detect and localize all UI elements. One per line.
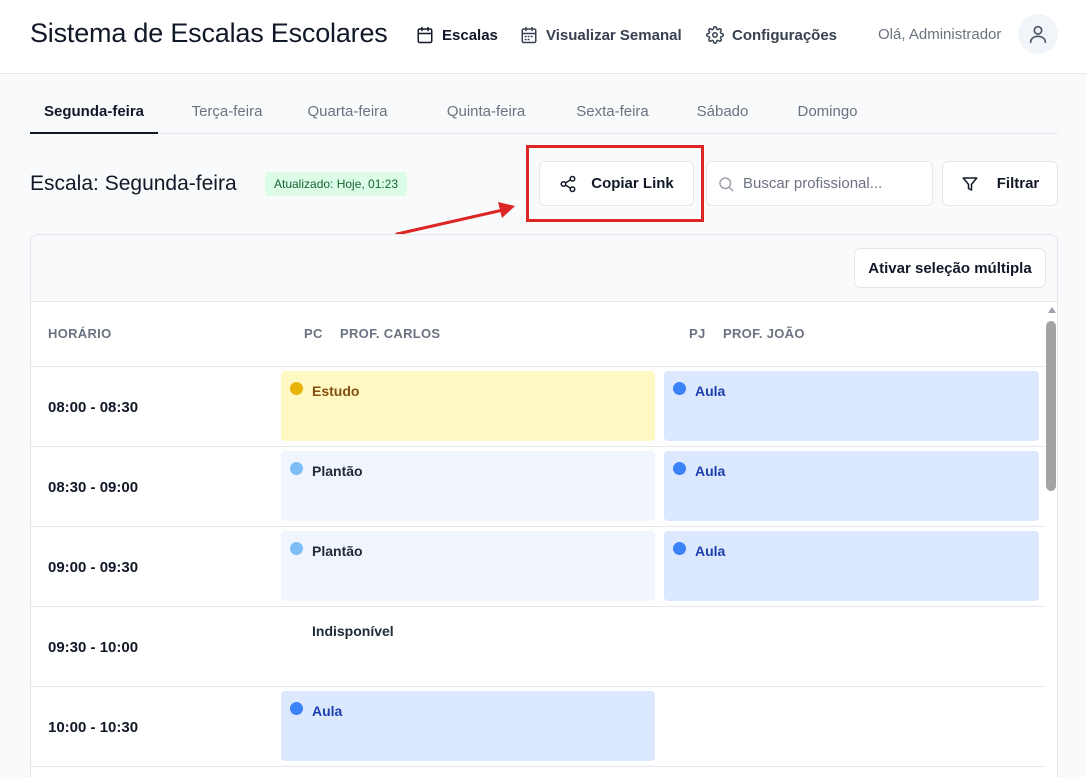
tab-terca-feira[interactable]: Terça-feira	[175, 92, 279, 133]
slot-label: Aula	[695, 463, 726, 479]
calendar-icon	[417, 26, 433, 44]
updated-badge: Atualizado: Hoje, 01:23	[265, 172, 408, 196]
status-dot	[290, 702, 303, 715]
slot-cell-aula[interactable]: Aula	[664, 371, 1039, 441]
slot-cell-empty[interactable]	[664, 611, 1039, 681]
search-input[interactable]	[743, 175, 923, 192]
tab-quarta-feira[interactable]: Quarta-feira	[296, 92, 399, 133]
schedule-title: Escala: Segunda-feira	[30, 172, 237, 195]
tab-quinta-feira[interactable]: Quinta-feira	[430, 92, 542, 133]
slot-cell-estudo[interactable]: Estudo	[281, 371, 655, 441]
tab-sabado[interactable]: Sábado	[686, 92, 759, 133]
nav-escalas[interactable]: Escalas	[416, 24, 498, 46]
time-slot: 09:00 - 09:30	[48, 559, 139, 576]
time-slot: 10:00 - 10:30	[48, 719, 139, 736]
slot-label: Plantão	[312, 463, 363, 479]
nav-configuracoes[interactable]: Configurações	[706, 24, 837, 46]
nav-escalas-label: Escalas	[442, 26, 498, 44]
slot-cell-aula[interactable]: Aula	[664, 531, 1039, 601]
header-time: HORÁRIO	[48, 326, 112, 341]
filter-icon	[962, 176, 978, 191]
status-dot	[673, 542, 686, 555]
time-slot: 09:30 - 10:00	[48, 639, 139, 656]
nav-visualizar-semanal-label: Visualizar Semanal	[546, 26, 682, 44]
slot-label: Plantão	[312, 543, 363, 559]
slot-cell-plantao[interactable]: Plantão	[281, 531, 655, 601]
day-tabs: Segunda-feira Terça-feira Quarta-feira Q…	[30, 92, 1058, 134]
app-title: Sistema de Escalas Escolares	[30, 18, 388, 48]
header-joao-initials: PJ	[689, 326, 706, 341]
header-carlos-initials: PC	[304, 326, 323, 341]
slot-label: Indisponível	[312, 623, 394, 639]
status-dot	[290, 462, 303, 475]
slot-cell-plantao[interactable]: Plantão	[281, 451, 655, 521]
time-slot: 08:00 - 08:30	[48, 399, 139, 416]
slot-cell-aula[interactable]: Aula	[664, 451, 1039, 521]
user-greeting: Olá, Administrador	[878, 26, 1002, 43]
slot-label: Estudo	[312, 383, 360, 399]
table-row: 10:00 - 10:30 Aula	[31, 687, 1045, 767]
slot-cell-aula[interactable]: Aula	[281, 691, 655, 761]
header-carlos-name: PROF. CARLOS	[340, 326, 441, 341]
calendar-week-icon	[521, 26, 537, 44]
table-row: 09:30 - 10:00 Indisponível	[31, 607, 1045, 687]
vertical-scrollbar[interactable]	[1045, 302, 1057, 777]
status-dot	[673, 382, 686, 395]
time-slot: 08:30 - 09:00	[48, 479, 139, 496]
search-icon	[719, 176, 734, 191]
schedule-table-card: Ativar seleção múltipla HORÁRIO PC PROF.…	[30, 234, 1058, 777]
table-header: HORÁRIO PC PROF. CARLOS PJ PROF. JOÃO	[31, 302, 1045, 367]
tab-segunda-feira[interactable]: Segunda-feira	[30, 92, 158, 134]
status-dot	[290, 382, 303, 395]
annotation-highlight-box	[526, 145, 704, 222]
slot-cell-empty[interactable]	[664, 691, 1039, 761]
tab-sexta-feira[interactable]: Sexta-feira	[561, 92, 664, 133]
status-dot	[673, 462, 686, 475]
slot-label: Aula	[695, 383, 726, 399]
filter-label: Filtrar	[996, 175, 1040, 192]
header-joao-name: PROF. JOÃO	[723, 326, 805, 341]
search-field[interactable]	[706, 161, 933, 206]
nav-configuracoes-label: Configurações	[732, 26, 838, 44]
table-toolbar: Ativar seleção múltipla	[31, 235, 1057, 302]
table-row: 08:30 - 09:00 Plantão Aula	[31, 447, 1045, 527]
filter-button[interactable]: Filtrar	[942, 161, 1058, 206]
status-dot	[290, 542, 303, 555]
tab-domingo[interactable]: Domingo	[785, 92, 870, 133]
slot-cell-indisponivel[interactable]: Indisponível	[281, 611, 655, 681]
nav-visualizar-semanal[interactable]: Visualizar Semanal	[520, 24, 682, 46]
table-row: 08:00 - 08:30 Estudo Aula	[31, 367, 1045, 447]
user-icon	[1029, 25, 1047, 44]
annotation-arrow	[395, 202, 515, 236]
scroll-thumb[interactable]	[1046, 321, 1056, 491]
multi-select-button[interactable]: Ativar seleção múltipla	[854, 248, 1046, 288]
app-header: Sistema de Escalas Escolares Escalas Vis…	[0, 0, 1087, 74]
slot-label: Aula	[312, 703, 343, 719]
user-avatar[interactable]	[1018, 14, 1058, 54]
slot-label: Aula	[695, 543, 726, 559]
gear-icon	[706, 26, 724, 44]
scroll-up-arrow-icon[interactable]	[1048, 307, 1056, 313]
table-row: 09:00 - 09:30 Plantão Aula	[31, 527, 1045, 607]
